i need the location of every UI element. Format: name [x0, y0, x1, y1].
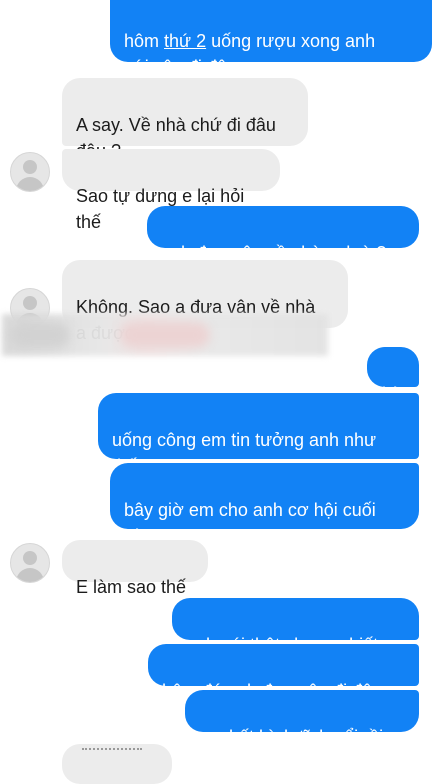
message-text-underlined: thứ 2: [164, 31, 207, 51]
message-received: Sao tự dưng e lại hỏi thế: [62, 149, 280, 232]
message-sent: anh đưa vân về nhà anh à ?: [147, 206, 419, 263]
message-text-part: hôm: [124, 31, 165, 51]
default-avatar-icon: [10, 152, 50, 192]
message-sent: hôm đó anh đưa vân đi đâu: [148, 644, 419, 701]
chat-thread: hôm thứ 2 uống rượu xong anh với vân đi …: [0, 0, 442, 784]
message-received: A say. Về nhà chứ đi đâu đâu.?: [62, 78, 308, 161]
message-sent: bây giờ em cho anh cơ hội cuối cùng: [110, 463, 419, 546]
message-received-cropped: [62, 744, 172, 784]
message-sent: uống công em tin tưởng anh như thế: [98, 393, 419, 476]
message-sent: em hết bình tĩnh nổi rồi: [185, 690, 419, 747]
message-text: E làm sao thế: [76, 577, 187, 597]
message-sent: anh nói thật cho em biết: [172, 598, 419, 655]
default-avatar-icon: [10, 543, 50, 583]
message-received: E làm sao thế: [62, 540, 208, 597]
message-sent: hôm thứ 2 uống rượu xong anh với vân đi …: [110, 0, 432, 77]
redacted-blur-mark: [10, 322, 70, 348]
message-text: em hết bình tĩnh nổi rồi: [199, 727, 384, 747]
redacted-blur-mark: [120, 322, 210, 348]
message-sent: hừ: [367, 347, 419, 404]
